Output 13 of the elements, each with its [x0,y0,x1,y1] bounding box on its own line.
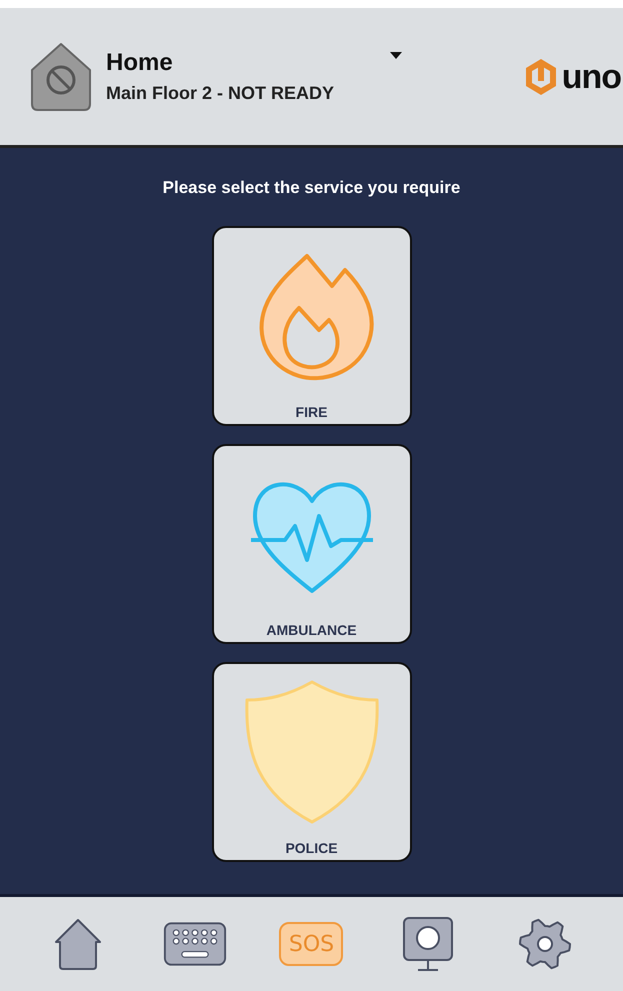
location-status: Main Floor 2 - NOT READY [106,83,336,104]
service-prompt: Please select the service you require [162,178,460,198]
house-disabled-icon [30,42,92,112]
service-label: FIRE [296,404,328,420]
service-label: AMBULANCE [266,622,357,638]
service-card[interactable]: POLICE [212,662,412,862]
service-card[interactable]: FIRE [212,226,412,426]
location-title: Home [106,49,173,77]
service-label: POLICE [285,840,338,856]
service-card[interactable]: AMBULANCE [212,444,412,644]
hexagon-logo-icon [524,56,558,96]
caret-icon[interactable] [390,52,402,60]
brand-logo-text: uno [562,60,621,94]
